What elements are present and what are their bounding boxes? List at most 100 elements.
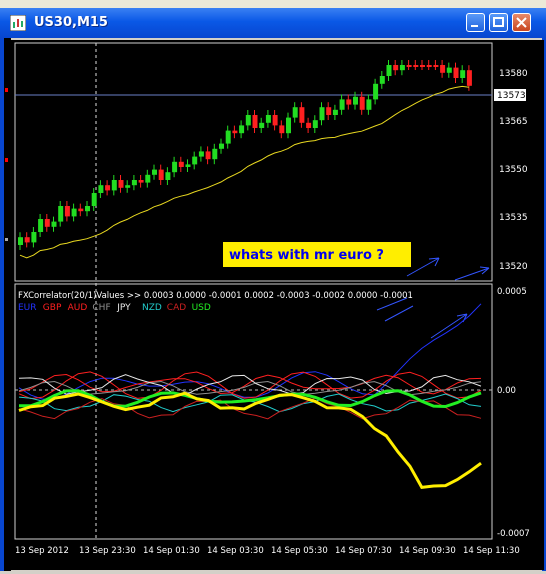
indicator-legend: EUR GBP AUD CHF JPY NZD CAD USD (18, 303, 211, 313)
candle-body (71, 208, 77, 217)
candle-body (420, 65, 425, 67)
close-button[interactable] (512, 13, 531, 32)
current-price-label: 13573 (497, 91, 526, 101)
candle-body (306, 122, 312, 128)
candle-body (178, 161, 184, 167)
candle-body (138, 180, 144, 183)
candle-body (212, 148, 218, 160)
indicator-axis-label: 0.0005 (497, 287, 527, 297)
candle-body (64, 206, 70, 217)
candle-body (51, 221, 57, 227)
chart-window-icon (10, 15, 26, 31)
annotation-text: whats with mr euro ? (229, 248, 384, 263)
candle-body (24, 237, 30, 243)
legend-item: JPY (116, 303, 131, 313)
legend-item: CAD (167, 303, 186, 313)
candle-body (152, 169, 157, 175)
candle-body (406, 65, 412, 67)
price-tick-label: 13520 (499, 262, 528, 272)
arrow-icon (430, 313, 468, 339)
candle-body (346, 99, 352, 105)
time-tick-label: 13 Sep 23:30 (79, 546, 136, 556)
candle-body (158, 169, 164, 180)
candle-body (118, 180, 124, 188)
close-icon (516, 17, 527, 28)
moving-average-line (19, 85, 469, 259)
candle-body (426, 65, 432, 67)
price-tick-label: 13550 (499, 165, 528, 175)
time-tick-label: 14 Sep 03:30 (207, 546, 264, 556)
candle-body (460, 70, 466, 78)
chart-left-gutter (4, 38, 11, 571)
candle-body (44, 219, 50, 227)
candle-body (272, 115, 278, 126)
candle-body (386, 65, 392, 76)
candle-body (198, 151, 204, 157)
indicator-panel-border (14, 283, 493, 540)
candle-body (125, 185, 131, 188)
candle-body (165, 172, 171, 180)
window-title: US30,M15 (34, 15, 108, 30)
candle-body (440, 65, 446, 73)
candle-body (265, 115, 271, 123)
candle-body (91, 193, 97, 206)
candle-body (453, 67, 459, 78)
candle-body (393, 65, 399, 71)
chart-canvas[interactable]: 13580 13565 13550 13535 13520 13573 what… (11, 40, 544, 570)
maximize-icon (493, 17, 504, 27)
time-axis: 13 Sep 2012 13 Sep 23:30 14 Sep 01:30 14… (15, 546, 520, 556)
candle-body (326, 107, 332, 115)
correlation-line (18, 373, 482, 395)
minimize-icon (471, 25, 478, 27)
time-tick-label: 14 Sep 11:30 (463, 546, 520, 556)
candle-body (433, 65, 439, 67)
candle-body (111, 180, 117, 191)
candle-body (58, 206, 64, 222)
candle-body (446, 67, 452, 73)
arrow-icon (406, 257, 440, 277)
window-titlebar[interactable]: US30,M15 (0, 8, 546, 38)
candle-body (339, 99, 345, 110)
candle-body (131, 180, 137, 186)
arrow-icon (454, 266, 490, 281)
candle-body (192, 156, 198, 165)
candle-body (185, 164, 191, 167)
price-tick-label: 13535 (499, 213, 528, 223)
candle-body (18, 237, 23, 245)
chart-area[interactable]: 13580 13565 13550 13535 13520 13573 what… (11, 40, 544, 570)
correlation-line (18, 380, 482, 396)
candle-body (259, 122, 265, 128)
price-tick-label: 13565 (499, 117, 528, 127)
candle-body (232, 130, 238, 134)
candle-body (359, 96, 365, 110)
candle-body (279, 125, 285, 134)
price-tick-label: 13580 (499, 69, 528, 79)
candle-body (239, 125, 245, 134)
candle-body (312, 120, 318, 128)
candle-body (353, 96, 358, 105)
candle-body (98, 185, 104, 193)
legend-item: GBP (43, 303, 62, 313)
candle-body (466, 70, 472, 86)
candle-body (219, 143, 224, 149)
candle-body (299, 107, 305, 123)
candle-body (319, 107, 325, 121)
arrow-icon (376, 297, 414, 322)
candle-body (31, 232, 37, 243)
candle-body (373, 83, 379, 100)
candle-body (399, 65, 405, 71)
minimize-button[interactable] (466, 13, 485, 32)
time-tick-label: 13 Sep 2012 (15, 546, 69, 556)
candle-body (332, 109, 338, 115)
time-tick-label: 14 Sep 09:30 (399, 546, 456, 556)
candle-body (145, 174, 151, 183)
indicator-header: FXCorrelator(20/1)Values >> 0.0003 0.000… (18, 291, 413, 301)
candle-body (172, 161, 178, 173)
candle-body (205, 151, 211, 160)
maximize-button[interactable] (489, 13, 508, 32)
candle-body (78, 208, 84, 212)
candle-body (286, 117, 291, 134)
legend-item: NZD (142, 303, 162, 313)
correlation-lines (18, 303, 482, 490)
indicator-axis-label: -0.0007 (497, 529, 530, 539)
